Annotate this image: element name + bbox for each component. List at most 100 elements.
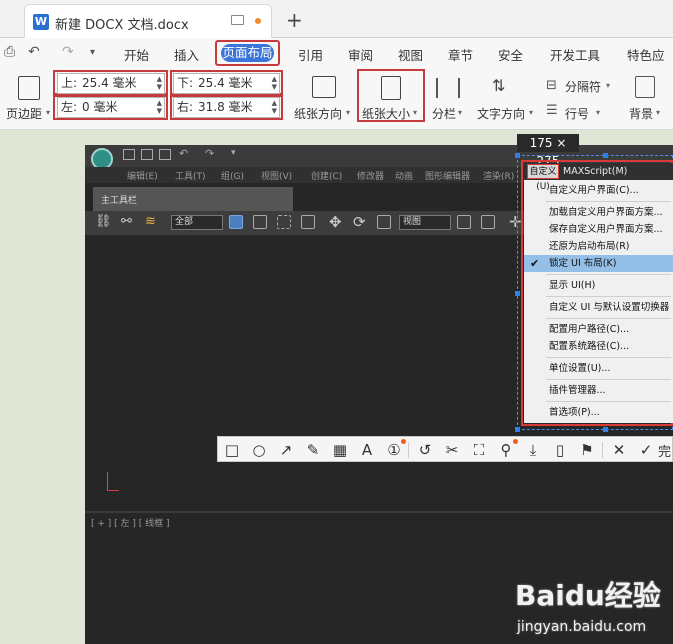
max-menu-edit[interactable]: 编辑(E) xyxy=(127,169,158,182)
separator-button[interactable]: 分隔符 xyxy=(565,78,601,95)
resize-handle[interactable] xyxy=(603,153,608,158)
margins-button[interactable]: 页边距 xyxy=(6,105,42,122)
menu-item-save-ui-scheme[interactable]: 保存自定义用户界面方案... xyxy=(524,221,673,238)
scale-icon[interactable] xyxy=(377,215,391,229)
resize-handle[interactable] xyxy=(603,427,608,432)
rectangle-icon[interactable]: □ xyxy=(222,440,242,460)
bind-space-warp-icon[interactable]: ≋ xyxy=(145,214,156,229)
top-margin-field[interactable]: 上: 25.4 毫米 ▲ ▼ xyxy=(57,73,165,94)
menu-item-configure-user-paths[interactable]: 配置用户路径(C)... xyxy=(524,321,673,338)
pivot-center-icon[interactable] xyxy=(457,215,471,229)
save-file-icon[interactable] xyxy=(159,149,171,160)
line-number-button[interactable]: 行号 xyxy=(565,105,589,122)
resize-handle[interactable] xyxy=(515,291,520,296)
stepper-icon[interactable]: ▲ ▼ xyxy=(157,75,162,91)
menu-features[interactable]: 特色应 xyxy=(627,45,665,64)
max-menu-group[interactable]: 组(G) xyxy=(221,169,244,182)
viewport-label[interactable]: [ + ] [ 左 ] [ 线框 ] xyxy=(91,516,170,529)
menu-item-revert-startup-layout[interactable]: 还原为启动布局(R) xyxy=(524,238,673,255)
menu-item-lock-ui-layout[interactable]: ✔ 锁定 UI 布局(K) xyxy=(524,255,673,272)
undo-icon[interactable]: ↶ xyxy=(179,147,188,160)
menu-item-load-ui-scheme[interactable]: 加载自定义用户界面方案... xyxy=(524,204,673,221)
menu-review[interactable]: 审阅 xyxy=(348,45,373,64)
confirm-check-icon[interactable]: ✓ xyxy=(636,440,656,460)
max-menu-graph-editors[interactable]: 图形编辑器 xyxy=(425,169,470,182)
print-preview-icon[interactable]: ⎙ xyxy=(4,44,15,60)
new-file-icon[interactable] xyxy=(123,149,135,160)
crop-icon[interactable]: ✂ xyxy=(442,440,462,460)
paper-size-button[interactable]: 纸张大小 xyxy=(362,105,410,122)
monitor-icon[interactable] xyxy=(231,15,244,25)
rectangular-selection-icon[interactable] xyxy=(277,215,291,229)
bookmark-icon[interactable]: ⚑ xyxy=(577,440,597,460)
menu-item-configure-system-paths[interactable]: 配置系统路径(C)... xyxy=(524,338,673,355)
right-margin-field[interactable]: 右: 31.8 毫米 ▲ ▼ xyxy=(173,97,280,118)
text-direction-button[interactable]: 文字方向 xyxy=(477,105,525,122)
selection-filter-dropdown[interactable]: 全部 xyxy=(171,215,223,230)
max-menu-view[interactable]: 视图(V) xyxy=(261,169,292,182)
redo-icon[interactable]: ↷ xyxy=(205,147,214,160)
rotate-icon[interactable]: ⟳ xyxy=(353,213,366,231)
fit-screen-icon[interactable]: ⛶ xyxy=(469,440,489,460)
margins-icon[interactable] xyxy=(18,76,40,100)
tab-customize[interactable]: 自定义(U) xyxy=(527,164,559,192)
background-button[interactable]: 背景 xyxy=(629,105,653,122)
pencil-icon[interactable]: ✎ xyxy=(303,440,323,460)
unlink-icon[interactable]: ⚯ xyxy=(121,214,132,229)
menu-item-preferences[interactable]: 首选项(P)... xyxy=(524,404,673,421)
menu-item-units-setup[interactable]: 单位设置(U)... xyxy=(524,360,673,377)
menu-page-layout[interactable]: 页面布局 xyxy=(221,44,274,62)
move-icon[interactable]: ✥ xyxy=(329,213,342,231)
menu-start[interactable]: 开始 xyxy=(124,45,149,64)
paper-size-icon[interactable] xyxy=(381,76,401,100)
select-manipulate-icon[interactable] xyxy=(481,215,495,229)
reference-coordinate-dropdown[interactable]: 视图 xyxy=(399,215,451,230)
select-object-icon[interactable] xyxy=(229,215,243,229)
undo-icon[interactable]: ↶ xyxy=(28,44,40,60)
left-margin-field[interactable]: 左: 0 毫米 ▲ ▼ xyxy=(57,97,165,118)
max-menu-animation[interactable]: 动画 xyxy=(395,169,413,182)
stepper-icon[interactable]: ▲ ▼ xyxy=(272,75,277,91)
phone-icon[interactable]: ▯ xyxy=(550,440,570,460)
menu-insert[interactable]: 插入 xyxy=(174,45,199,64)
finish-button[interactable]: 完 xyxy=(658,441,671,460)
stepper-icon[interactable]: ▲ ▼ xyxy=(157,99,162,115)
mosaic-icon[interactable]: ▦ xyxy=(330,440,350,460)
document-tab[interactable]: W 新建 DOCX 文档.docx xyxy=(24,4,272,38)
menu-developer[interactable]: 开发工具 xyxy=(550,45,600,64)
columns-button[interactable]: 分栏 xyxy=(432,105,456,122)
max-menu-create[interactable]: 创建(C) xyxy=(311,169,342,182)
select-by-name-icon[interactable] xyxy=(253,215,267,229)
open-file-icon[interactable] xyxy=(141,149,153,160)
link-icon[interactable]: ⛓ xyxy=(95,214,112,229)
bottom-margin-field[interactable]: 下: 25.4 毫米 ▲ ▼ xyxy=(173,73,280,94)
new-tab-button[interactable]: + xyxy=(286,8,303,32)
download-icon[interactable]: ⤓ xyxy=(523,440,543,460)
background-icon[interactable] xyxy=(635,76,655,98)
stepper-icon[interactable]: ▲ ▼ xyxy=(272,99,277,115)
menu-item-plugin-manager[interactable]: 插件管理器... xyxy=(524,382,673,399)
undo-icon[interactable]: ↺ xyxy=(415,440,435,460)
text-icon[interactable]: A xyxy=(357,440,377,460)
chevron-down-icon[interactable]: ▾ xyxy=(231,148,236,158)
orientation-icon[interactable] xyxy=(312,76,336,98)
menu-security[interactable]: 安全 xyxy=(498,45,523,64)
ellipse-icon[interactable]: ○ xyxy=(249,440,269,460)
menu-section[interactable]: 章节 xyxy=(448,45,473,64)
max-menu-modifiers[interactable]: 修改器 xyxy=(357,169,384,182)
window-crossing-icon[interactable] xyxy=(301,215,315,229)
orientation-button[interactable]: 纸张方向 xyxy=(294,105,342,122)
menu-view[interactable]: 视图 xyxy=(398,45,423,64)
menu-item-ui-defaults-switcher[interactable]: 自定义 UI 与默认设置切换器 xyxy=(524,299,673,316)
menu-references[interactable]: 引用 xyxy=(298,45,323,64)
max-menu-render[interactable]: 渲染(R) xyxy=(483,169,514,182)
arrow-icon[interactable]: ↗ xyxy=(276,440,296,460)
columns-icon[interactable] xyxy=(436,78,460,98)
max-menu-tools[interactable]: 工具(T) xyxy=(175,169,206,182)
menu-item-show-ui[interactable]: 显示 UI(H) xyxy=(524,277,673,294)
resize-handle[interactable] xyxy=(515,153,520,158)
redo-icon[interactable]: ↷ xyxy=(62,44,74,60)
resize-handle[interactable] xyxy=(515,427,520,432)
customize-quick-access-icon[interactable]: ▾ xyxy=(90,47,95,58)
menu-item-customize-ui[interactable]: 自定义用户界面(C)... xyxy=(524,182,673,199)
